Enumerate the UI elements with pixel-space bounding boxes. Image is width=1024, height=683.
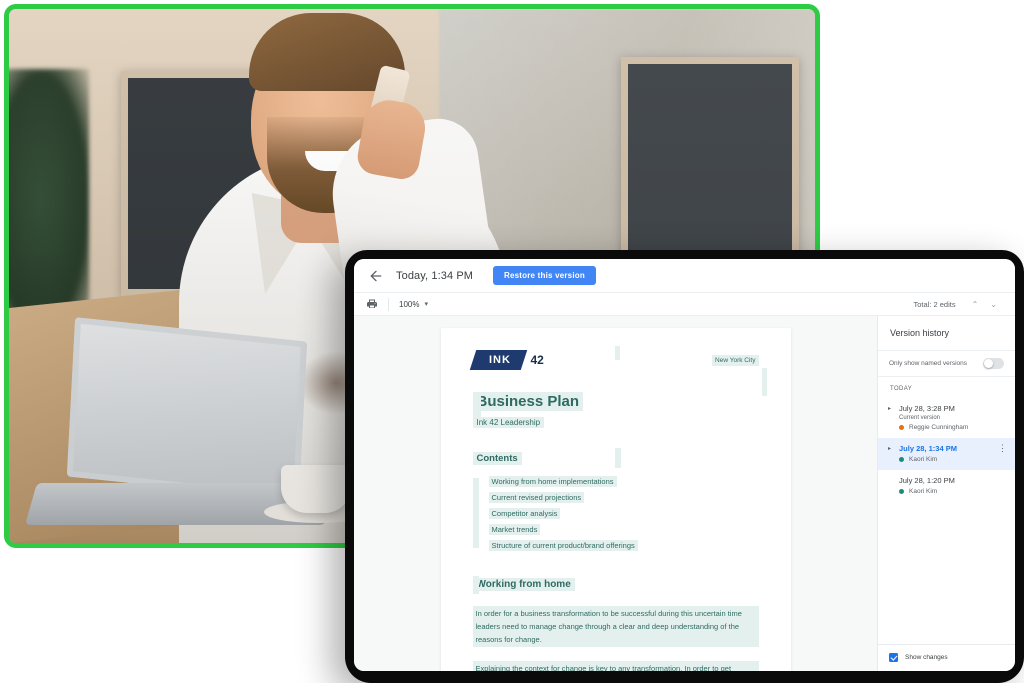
document-city: New York City bbox=[712, 354, 759, 366]
more-options-icon[interactable]: ⋮ bbox=[998, 443, 1007, 452]
author-color-dot bbox=[899, 489, 904, 494]
contents-item-label: Market trends bbox=[488, 524, 541, 535]
list-item: → Competitor analysis bbox=[473, 508, 759, 519]
version-timestamp: July 28, 1:34 PM bbox=[899, 444, 957, 453]
document-subtitle: Ink 42 Leadership bbox=[472, 417, 545, 428]
version-author-row: Kaori Kim bbox=[899, 488, 1005, 495]
version-row-header: ▸ July 28, 1:34 PM bbox=[888, 444, 1005, 453]
appbar-title: Today, 1:34 PM bbox=[396, 269, 474, 282]
version-history-panel: Version history Only show named versions… bbox=[877, 316, 1015, 671]
version-author-name: Reggie Cunningham bbox=[909, 424, 969, 431]
tablet-device-frame: Today, 1:34 PM Restore this version 100%… bbox=[345, 250, 1024, 683]
tracked-change-marker bbox=[614, 346, 620, 360]
logo-text: INK bbox=[488, 354, 511, 366]
version-row-header: ▸ July 28, 3:28 PM bbox=[888, 404, 1005, 413]
document-toolbar: 100% ▾ Total: 2 edits ⌃ ⌄ bbox=[354, 293, 1015, 316]
tracked-change-marker bbox=[472, 576, 479, 594]
triangle-expand-icon[interactable]: ▸ bbox=[888, 405, 894, 412]
arrow-left-icon[interactable] bbox=[368, 268, 384, 284]
chevron-down-nav-icon[interactable]: ⌄ bbox=[990, 300, 997, 309]
contents-list: → Working from home implementations → Cu… bbox=[473, 476, 759, 551]
version-list-item[interactable]: ▸ July 28, 3:28 PM Current version Reggi… bbox=[878, 398, 1015, 438]
named-versions-filter-label: Only show named versions bbox=[889, 360, 968, 367]
list-item: → Working from home implementations bbox=[473, 476, 759, 487]
screen-body: INK 42 New York City Business Plan Ink 4… bbox=[354, 316, 1015, 671]
list-item: → Market trends bbox=[473, 524, 759, 535]
toolbar-divider bbox=[388, 297, 389, 311]
version-author-name: Kaori Kim bbox=[909, 488, 938, 495]
section-heading: Working from home bbox=[472, 578, 575, 591]
version-timestamp: July 28, 1:20 PM bbox=[899, 476, 955, 485]
author-color-dot bbox=[899, 425, 904, 430]
version-list-item[interactable]: July 28, 1:20 PM Kaori Kim bbox=[878, 470, 1015, 502]
tablet-screen: Today, 1:34 PM Restore this version 100%… bbox=[354, 259, 1015, 671]
tracked-change-marker bbox=[761, 368, 767, 396]
named-versions-filter-row: Only show named versions bbox=[878, 351, 1015, 377]
list-item: → Structure of current product/brand off… bbox=[473, 540, 759, 551]
toggle-knob bbox=[984, 359, 993, 368]
logo-badge: INK bbox=[469, 350, 527, 370]
version-list-item-selected[interactable]: ⋮ ▸ July 28, 1:34 PM Kaori Kim bbox=[878, 438, 1015, 470]
named-versions-toggle[interactable] bbox=[983, 358, 1004, 369]
list-item: → Current revised projections bbox=[473, 492, 759, 503]
tracked-change-marker bbox=[614, 448, 621, 468]
contents-item-label: Competitor analysis bbox=[488, 508, 561, 519]
version-day-group-label: TODAY bbox=[890, 386, 913, 392]
document-page: INK 42 New York City Business Plan Ink 4… bbox=[440, 328, 791, 671]
show-changes-label: Show changes bbox=[905, 654, 948, 661]
show-changes-checkbox[interactable] bbox=[889, 653, 898, 662]
ink42-logo: INK 42 bbox=[469, 350, 544, 370]
screenshot-stage: Today, 1:34 PM Restore this version 100%… bbox=[0, 0, 1024, 683]
version-author-row: Reggie Cunningham bbox=[899, 424, 1005, 431]
chevron-up-icon[interactable]: ⌃ bbox=[972, 300, 979, 309]
edit-count-label: Total: 2 edits bbox=[913, 299, 956, 309]
restore-this-version-button[interactable]: Restore this version bbox=[493, 266, 596, 285]
version-author-row: Kaori Kim bbox=[899, 456, 1005, 463]
document-canvas[interactable]: INK 42 New York City Business Plan Ink 4… bbox=[354, 316, 877, 671]
body-paragraph-1: In order for a business transformation t… bbox=[472, 606, 759, 648]
version-author-name: Kaori Kim bbox=[909, 456, 938, 463]
author-color-dot bbox=[899, 457, 904, 462]
version-history-appbar: Today, 1:34 PM Restore this version bbox=[354, 259, 1015, 293]
contents-item-label: Working from home implementations bbox=[488, 476, 617, 487]
contents-heading: Contents bbox=[472, 452, 522, 465]
version-row-header: July 28, 1:20 PM bbox=[888, 476, 1005, 485]
version-note: Current version bbox=[899, 415, 941, 421]
chevron-down-icon[interactable]: ▾ bbox=[424, 300, 428, 308]
tracked-change-marker bbox=[472, 396, 481, 418]
contents-item-label: Structure of current product/brand offer… bbox=[488, 540, 638, 551]
version-list: TODAY ▸ July 28, 3:28 PM Current version… bbox=[878, 377, 1015, 644]
version-timestamp: July 28, 3:28 PM bbox=[899, 404, 955, 413]
tracked-change-marker bbox=[472, 478, 479, 548]
contents-item-label: Current revised projections bbox=[488, 492, 585, 503]
logo-number: 42 bbox=[530, 353, 544, 367]
body-paragraph-2: Explaining the context for change is key… bbox=[472, 661, 759, 671]
show-changes-row[interactable]: Show changes bbox=[878, 644, 1015, 671]
version-history-title: Version history bbox=[878, 316, 1015, 351]
zoom-level-value[interactable]: 100% bbox=[399, 300, 419, 309]
printer-icon[interactable] bbox=[366, 298, 378, 310]
document-title: Business Plan bbox=[472, 392, 584, 411]
triangle-expand-icon[interactable]: ▸ bbox=[888, 445, 894, 452]
